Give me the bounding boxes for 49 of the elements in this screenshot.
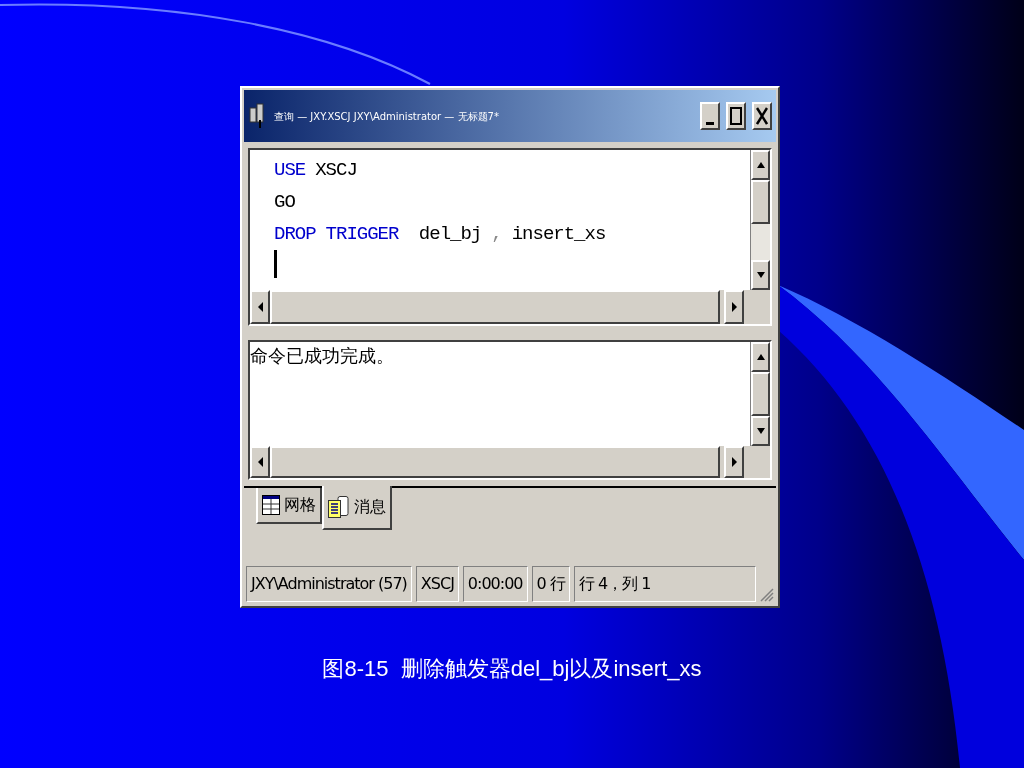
- code-token: XSCJ: [315, 158, 357, 183]
- scroll-down-button[interactable]: [751, 416, 770, 446]
- left-arrow-icon: [257, 457, 263, 467]
- scroll-up-button[interactable]: [751, 150, 770, 180]
- figure-caption: 图8-15 删除触发器del_bj以及insert_xs: [322, 655, 702, 683]
- scroll-thumb[interactable]: [751, 180, 770, 224]
- close-icon: [756, 107, 768, 125]
- minimize-button[interactable]: [700, 102, 720, 130]
- code-token: DROP: [274, 222, 316, 247]
- up-arrow-icon: [756, 354, 765, 360]
- result-message: 命令已成功完成。: [250, 345, 394, 366]
- code-token: ,: [491, 222, 502, 247]
- code-token: TRIGGER: [325, 222, 399, 247]
- scroll-down-button[interactable]: [751, 260, 770, 290]
- code-token: del_bj: [417, 222, 482, 247]
- minimize-icon: [706, 122, 714, 125]
- maximize-button[interactable]: [726, 102, 746, 130]
- scroll-left-button[interactable]: [250, 446, 270, 478]
- left-arrow-icon: [257, 302, 263, 312]
- query-editor[interactable]: USE XSCJ GO DROP TRIGGER del_bj , insert_xs: [250, 150, 750, 290]
- status-bar-cell: XSCJ: [415, 566, 459, 602]
- resize-grip-icon: [760, 588, 774, 602]
- maximize-icon: [730, 107, 742, 125]
- status-bar-cell: 0:00:00: [462, 566, 528, 602]
- text-cursor: [274, 250, 277, 278]
- scroll-right-button[interactable]: [724, 290, 744, 324]
- status-bar-cell: 行 4，列 1: [573, 566, 756, 602]
- code-token: USE: [274, 158, 306, 183]
- right-arrow-icon: [731, 302, 737, 312]
- status-bar-cell: JXY\Administrator (57): [246, 566, 412, 602]
- down-arrow-icon: [756, 428, 765, 434]
- close-button[interactable]: [752, 102, 772, 130]
- scroll-right-button[interactable]: [724, 446, 744, 478]
- vertical-scrollbar[interactable]: [750, 150, 770, 290]
- status-bar-cell: 0 行: [531, 566, 570, 602]
- up-arrow-icon: [756, 162, 765, 168]
- grid-icon: [262, 495, 280, 515]
- result-tab[interactable]: 网格: [256, 488, 322, 524]
- code-token: GO: [274, 190, 295, 215]
- result-tab[interactable]: 消息: [322, 486, 392, 530]
- vertical-scrollbar[interactable]: [750, 342, 770, 446]
- down-arrow-icon: [756, 272, 765, 278]
- window-title: 查询 — JXY.XSCJ JXY\Administrator — 无标题7*: [274, 109, 500, 124]
- scroll-left-button[interactable]: [250, 290, 270, 324]
- right-arrow-icon: [731, 457, 737, 467]
- notes-icon: [328, 496, 350, 518]
- scroll-up-button[interactable]: [751, 342, 770, 372]
- scroll-thumb[interactable]: [751, 372, 770, 416]
- code-token: insert_xs: [511, 222, 606, 247]
